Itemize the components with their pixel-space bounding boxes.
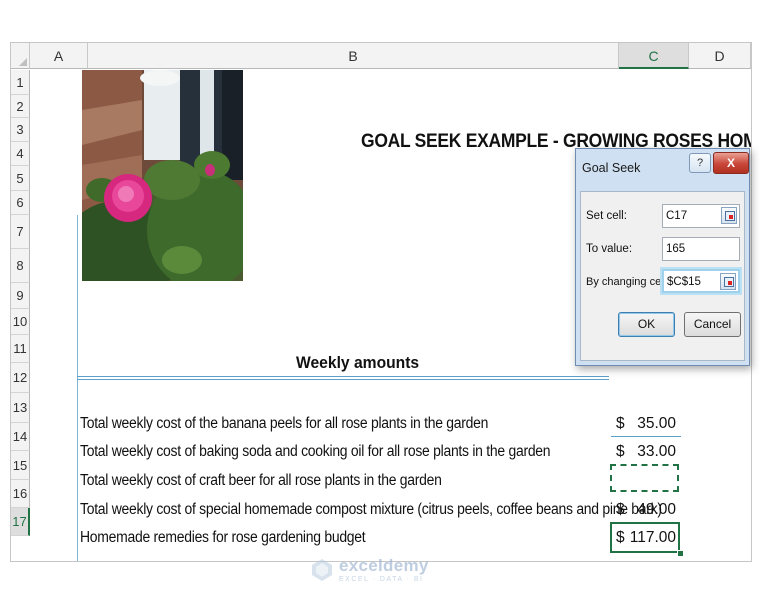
item-currency: $ xyxy=(616,443,625,460)
fill-handle[interactable] xyxy=(677,550,684,557)
collapse-dialog-icon[interactable] xyxy=(721,207,737,224)
select-all-corner[interactable] xyxy=(11,43,30,69)
row-header-7[interactable]: 7 xyxy=(11,215,30,249)
column-header-a[interactable]: A xyxy=(30,43,88,69)
dialog-title: Goal Seek xyxy=(582,161,641,175)
exceldemy-logo-icon xyxy=(312,558,332,581)
row-header-14[interactable]: 14 xyxy=(11,423,30,451)
watermark-name: exceldemy xyxy=(339,556,429,575)
item-label[interactable]: Total weekly cost of special homemade co… xyxy=(80,501,662,519)
row-header-4[interactable]: 4 xyxy=(11,142,30,166)
row-header-13[interactable]: 13 xyxy=(11,393,30,423)
row-header-2[interactable]: 2 xyxy=(11,95,30,118)
dialog-body: Set cell: C17 To value: 165 By changing … xyxy=(580,191,745,361)
changing-cell-input[interactable]: $C$15 xyxy=(660,267,742,295)
item-amount[interactable]: 33.00 xyxy=(637,443,676,461)
row-header-12[interactable]: 12 xyxy=(11,363,30,393)
to-value-value: 165 xyxy=(666,243,686,255)
row-header-15[interactable]: 15 xyxy=(11,451,30,480)
changing-cell-label: By changing cell: xyxy=(586,276,670,288)
column-header-b[interactable]: B xyxy=(88,43,619,69)
item-label[interactable]: Homemade remedies for rose gardening bud… xyxy=(80,529,366,547)
watermark-tagline: EXCEL · DATA · BI xyxy=(339,576,424,583)
item-label[interactable]: Total weekly cost of the banana peels fo… xyxy=(80,415,488,433)
row-header-10[interactable]: 10 xyxy=(11,309,30,335)
row-header-5[interactable]: 5 xyxy=(11,166,30,191)
goal-seek-dialog[interactable]: Goal Seek ? X Set cell: C17 To value: 16… xyxy=(575,148,750,366)
header-underline-2 xyxy=(77,379,609,380)
rose-photo[interactable] xyxy=(82,70,243,281)
row-header-9[interactable]: 9 xyxy=(11,283,30,309)
selected-cell-c17[interactable] xyxy=(610,522,680,553)
cancel-button[interactable]: Cancel xyxy=(684,312,741,337)
ok-button[interactable]: OK xyxy=(618,312,675,337)
set-cell-label: Set cell: xyxy=(586,210,627,222)
row-header-3[interactable]: 3 xyxy=(11,118,30,142)
to-value-label: To value: xyxy=(586,243,633,255)
column-header-d[interactable]: D xyxy=(689,43,751,69)
cell-underline xyxy=(611,436,681,437)
weekly-amounts-header: Weekly amounts xyxy=(296,353,420,372)
column-header-c[interactable]: C xyxy=(619,43,689,69)
row-header-11[interactable]: 11 xyxy=(11,335,30,363)
item-currency: $ xyxy=(616,501,625,518)
set-cell-value: C17 xyxy=(666,210,688,222)
close-button[interactable]: X xyxy=(713,152,749,174)
set-cell-input[interactable]: C17 xyxy=(662,204,740,228)
item-amount[interactable]: 49.00 xyxy=(637,501,676,519)
row-header-1[interactable]: 1 xyxy=(11,70,30,95)
border-line xyxy=(77,215,78,561)
help-button[interactable]: ? xyxy=(689,153,711,173)
item-label[interactable]: Total weekly cost of craft beer for all … xyxy=(80,472,442,490)
changing-cell-value: $C$15 xyxy=(667,276,701,288)
row-header-8[interactable]: 8 xyxy=(11,249,30,283)
item-amount[interactable]: 35.00 xyxy=(637,415,676,433)
to-value-input[interactable]: 165 xyxy=(662,237,740,261)
collapse-dialog-icon[interactable] xyxy=(720,273,736,290)
row-header-6[interactable]: 6 xyxy=(11,191,30,215)
item-label[interactable]: Total weekly cost of baking soda and coo… xyxy=(80,443,551,461)
marching-ants-cell-c15[interactable] xyxy=(610,464,679,492)
header-underline xyxy=(77,376,609,377)
exceldemy-watermark: exceldemy EXCEL · DATA · BI xyxy=(310,556,429,583)
row-header-17[interactable]: 17 xyxy=(11,508,30,536)
item-currency: $ xyxy=(616,415,625,432)
row-header-16[interactable]: 16 xyxy=(11,480,30,508)
